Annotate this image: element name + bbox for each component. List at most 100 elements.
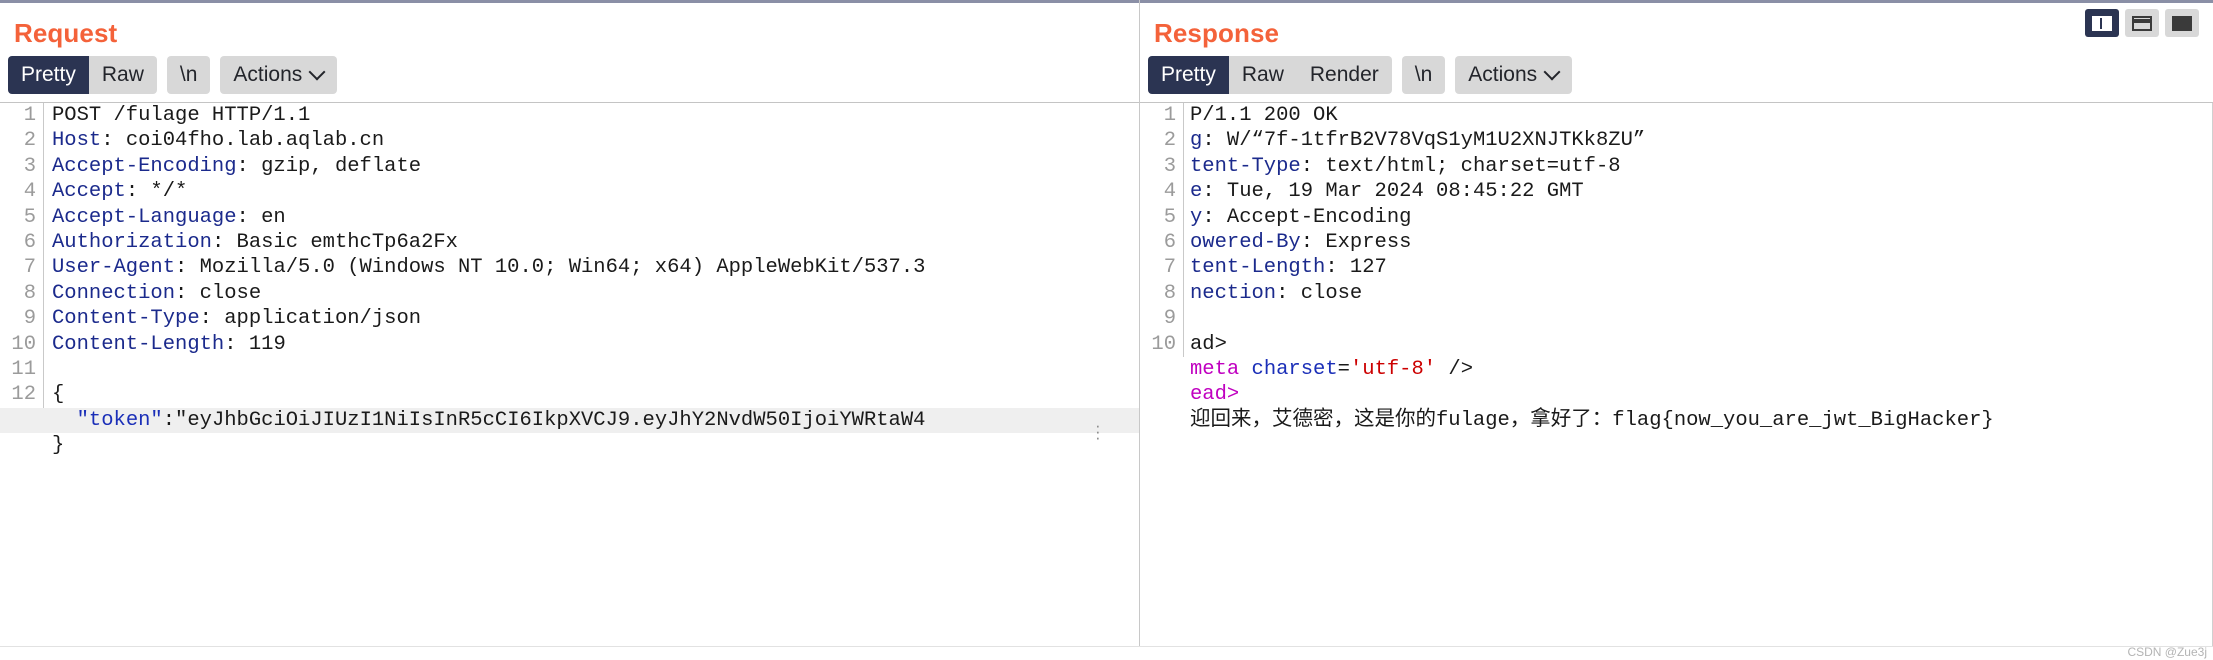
line-content: Connection: close	[52, 281, 262, 305]
code-line: 11	[0, 356, 1139, 383]
code-line: meta charset='utf-8' />	[1140, 357, 2213, 382]
response-tab-pretty[interactable]: Pretty	[1148, 56, 1229, 94]
line-number: 9	[0, 306, 44, 332]
request-pane-top-border	[0, 0, 1139, 10]
code-line: 4 e: Tue, 19 Mar 2024 08:45:22 GMT	[1140, 179, 2213, 205]
line-content: {	[52, 383, 65, 407]
line-number: 7	[1140, 255, 1184, 281]
request-editor[interactable]: 1 POST /fulage HTTP/1.1 2 Host: coi04fho.la…	[0, 102, 1139, 660]
line-number: 7	[0, 255, 44, 281]
request-pane-title: Request	[14, 18, 118, 48]
code-line: 迎回来，艾德密，这是你的fulage，拿好了：flag{now_you_are_…	[1140, 408, 2213, 433]
line-content: 迎回来，艾德密，这是你的fulage，拿好了：flag{now_you_are_…	[1190, 408, 1994, 432]
response-tab-render[interactable]: Render	[1296, 56, 1392, 94]
code-line: 12 {	[0, 382, 1139, 408]
line-number: 9	[1140, 306, 1184, 332]
response-actions-label: Actions	[1468, 63, 1538, 86]
line-content: ead>	[1190, 383, 1240, 407]
line-number: 4	[1140, 179, 1184, 205]
line-content: P/1.1 200 OK	[1190, 104, 1338, 127]
burp-repeater-window: Request Pretty Raw \n Actions 1 POST /ful…	[0, 0, 2213, 660]
line-number: 4	[0, 179, 44, 205]
request-editor-scroll[interactable]: 1 POST /fulage HTTP/1.1 2 Host: coi04fho.la…	[0, 103, 1139, 660]
response-pane-top-border	[1140, 0, 2213, 10]
request-actions-label: Actions	[233, 63, 303, 86]
code-line: 10 ad>	[1140, 331, 2213, 357]
line-content: Content-Type: application/json	[52, 307, 422, 331]
request-tab-pretty[interactable]: Pretty	[8, 56, 89, 94]
response-newline-toggle[interactable]: \n	[1401, 56, 1446, 94]
request-actions-button[interactable]: Actions	[220, 56, 338, 94]
line-number: 6	[1140, 229, 1184, 256]
line-content: meta charset='utf-8' />	[1190, 357, 1473, 381]
code-line: 6 owered-By: Express	[1140, 229, 2213, 256]
line-content: }	[52, 434, 65, 458]
response-editor[interactable]: 1 P/1.1 200 OK 2 g: W/“7f-1tfrB2V78VqS1yM1U…	[1140, 102, 2213, 660]
response-tab-raw[interactable]: Raw	[1228, 56, 1297, 94]
line-number: 2	[0, 128, 44, 154]
line-content: Accept-Encoding: gzip, deflate	[52, 154, 422, 178]
status-bar	[0, 646, 2213, 660]
layout-single-pane-button[interactable]	[2165, 9, 2199, 37]
line-content: owered-By: Express	[1190, 230, 1412, 254]
layout-buttons-group	[2085, 9, 2199, 37]
single-pane-icon	[2172, 15, 2192, 31]
line-content: ad>	[1190, 332, 1227, 356]
line-content: tent-Length: 127	[1190, 256, 1387, 280]
code-line: 8 nection: close	[1140, 280, 2213, 307]
chevron-down-icon	[1546, 66, 1559, 79]
line-content: Content-Length: 119	[52, 332, 286, 356]
line-number: 1	[0, 103, 44, 129]
line-content: Accept: */*	[52, 180, 188, 204]
code-line: 1 P/1.1 200 OK	[1140, 103, 2213, 129]
request-pane: Request Pretty Raw \n Actions 1 POST /ful…	[0, 0, 1140, 660]
line-number: 8	[1140, 280, 1184, 307]
code-line: }	[0, 433, 1139, 458]
code-line: 6 Authorization: Basic emthcTp6a2Fx	[0, 229, 1139, 256]
line-number: 6	[0, 229, 44, 256]
layout-split-horizontal-button[interactable]	[2125, 9, 2159, 37]
code-line: 5 Accept-Language: en	[0, 204, 1139, 230]
line-number: 5	[0, 204, 44, 230]
code-line: 4 Accept: */*	[0, 179, 1139, 205]
request-view-mode-group: Pretty Raw	[8, 56, 157, 94]
response-actions-button[interactable]: Actions	[1455, 56, 1573, 94]
request-drag-handle[interactable]: · · ·	[1095, 417, 1101, 446]
split-horizontal-icon	[2132, 15, 2152, 31]
line-number: 12	[0, 382, 44, 408]
line-number: 10	[1140, 331, 1184, 357]
request-tab-raw[interactable]: Raw	[88, 56, 157, 94]
code-line: 8 Connection: close	[0, 280, 1139, 307]
response-pane: Response Pretty Raw Render \n Actions 1P…	[1140, 0, 2213, 660]
line-number: 11	[0, 356, 44, 383]
line-number: 3	[0, 153, 44, 180]
response-pane-title: Response	[1154, 18, 1280, 48]
code-line: "token":"eyJhbGciOiJIUzI1NiIsInR5cCI6Ikp…	[0, 407, 1139, 434]
code-line: 3 tent-Type: text/html; charset=utf-8	[1140, 153, 2213, 180]
request-newline-toggle[interactable]: \n	[166, 56, 211, 94]
line-content: POST /fulage HTTP/1.1	[52, 104, 311, 127]
line-number: 3	[1140, 153, 1184, 180]
line-number: 2	[1140, 128, 1184, 154]
line-content: "token":"eyJhbGciOiJIUzI1NiIsInR5cCI6Ikp…	[76, 408, 926, 432]
code-line: 10 Content-Length: 119	[0, 331, 1139, 357]
split-vertical-icon	[2092, 15, 2112, 31]
response-editor-scroll[interactable]: 1 P/1.1 200 OK 2 g: W/“7f-1tfrB2V78VqS1yM1U…	[1140, 103, 2213, 660]
line-content: Host: coi04fho.lab.aqlab.cn	[52, 129, 385, 153]
code-line: 9	[1140, 306, 2213, 332]
line-content: g: W/“7f-1tfrB2V78VqS1yM1U2XNJTKk8ZU”	[1190, 129, 1646, 153]
code-line: 7 tent-Length: 127	[1140, 255, 2213, 281]
line-number: 5	[1140, 204, 1184, 230]
line-content: nection: close	[1190, 281, 1363, 305]
response-view-mode-group: Pretty Raw Render	[1148, 56, 1392, 94]
layout-split-vertical-button[interactable]	[2085, 9, 2119, 37]
response-toolbar: Pretty Raw Render \n Actions	[1140, 50, 2213, 102]
code-line: 5 y: Accept-Encoding	[1140, 204, 2213, 230]
code-line: 9 Content-Type: application/json	[0, 306, 1139, 332]
code-line: 1 POST /fulage HTTP/1.1	[0, 103, 1139, 129]
chevron-down-icon	[311, 66, 324, 79]
line-number: 1	[1140, 103, 1184, 129]
line-content: Accept-Language: en	[52, 205, 286, 229]
line-number: 10	[0, 331, 44, 357]
watermark-text: CSDN @Zue3j	[2127, 645, 2207, 659]
